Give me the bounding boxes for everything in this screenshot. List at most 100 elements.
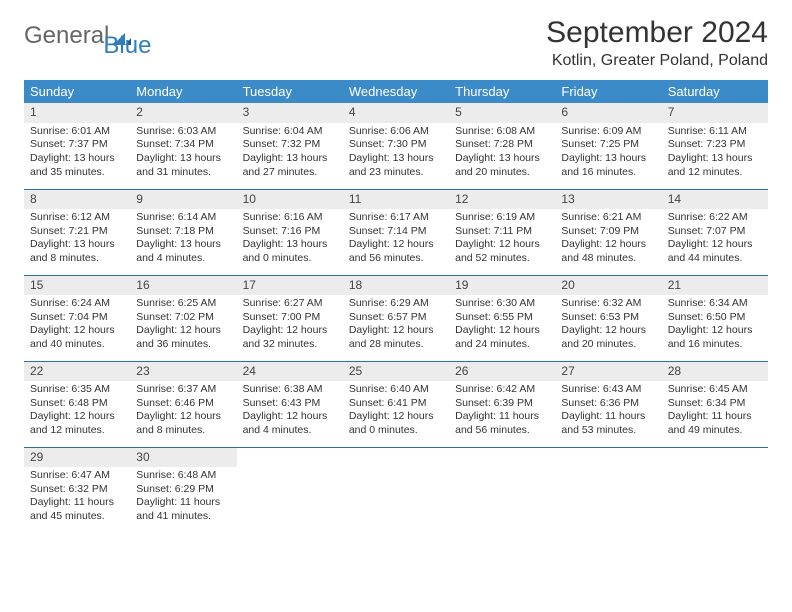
calendar-day-cell: 3Sunrise: 6:04 AMSunset: 7:32 PMDaylight… [237,103,343,189]
weekday-header: Friday [555,80,661,103]
day-details: Sunrise: 6:17 AMSunset: 7:14 PMDaylight:… [343,209,449,270]
day-details: Sunrise: 6:38 AMSunset: 6:43 PMDaylight:… [237,381,343,442]
weekday-header: Thursday [449,80,555,103]
day-details: Sunrise: 6:42 AMSunset: 6:39 PMDaylight:… [449,381,555,442]
day-number: 15 [24,276,130,296]
calendar-day-cell: 13Sunrise: 6:21 AMSunset: 7:09 PMDayligh… [555,189,661,275]
day-number: 30 [130,448,236,468]
calendar-day-cell: 24Sunrise: 6:38 AMSunset: 6:43 PMDayligh… [237,361,343,447]
day-details: Sunrise: 6:01 AMSunset: 7:37 PMDaylight:… [24,123,130,184]
day-number: 27 [555,362,661,382]
day-number: 25 [343,362,449,382]
weekday-header: Monday [130,80,236,103]
day-details: Sunrise: 6:22 AMSunset: 7:07 PMDaylight:… [662,209,768,270]
calendar-day-cell: 29Sunrise: 6:47 AMSunset: 6:32 PMDayligh… [24,447,130,533]
day-number: 12 [449,190,555,210]
calendar-day-cell: 21Sunrise: 6:34 AMSunset: 6:50 PMDayligh… [662,275,768,361]
day-details: Sunrise: 6:29 AMSunset: 6:57 PMDaylight:… [343,295,449,356]
calendar-day-cell: 17Sunrise: 6:27 AMSunset: 7:00 PMDayligh… [237,275,343,361]
day-number: 13 [555,190,661,210]
logo-text-general: General [24,22,109,50]
day-details: Sunrise: 6:25 AMSunset: 7:02 PMDaylight:… [130,295,236,356]
calendar-week-row: 8Sunrise: 6:12 AMSunset: 7:21 PMDaylight… [24,189,768,275]
day-number: 5 [449,103,555,123]
calendar-day-cell: 26Sunrise: 6:42 AMSunset: 6:39 PMDayligh… [449,361,555,447]
day-number: 20 [555,276,661,296]
day-details: Sunrise: 6:24 AMSunset: 7:04 PMDaylight:… [24,295,130,356]
day-details: Sunrise: 6:48 AMSunset: 6:29 PMDaylight:… [130,467,236,528]
calendar-day-cell: 1Sunrise: 6:01 AMSunset: 7:37 PMDaylight… [24,103,130,189]
day-number: 26 [449,362,555,382]
day-number: 28 [662,362,768,382]
day-number: 9 [130,190,236,210]
day-number: 29 [24,448,130,468]
calendar-day-cell: 6Sunrise: 6:09 AMSunset: 7:25 PMDaylight… [555,103,661,189]
day-number: 16 [130,276,236,296]
calendar-day-cell: 9Sunrise: 6:14 AMSunset: 7:18 PMDaylight… [130,189,236,275]
calendar-week-row: 15Sunrise: 6:24 AMSunset: 7:04 PMDayligh… [24,275,768,361]
calendar-day-cell: 11Sunrise: 6:17 AMSunset: 7:14 PMDayligh… [343,189,449,275]
weekday-header-row: Sunday Monday Tuesday Wednesday Thursday… [24,80,768,103]
day-details: Sunrise: 6:40 AMSunset: 6:41 PMDaylight:… [343,381,449,442]
day-details: Sunrise: 6:43 AMSunset: 6:36 PMDaylight:… [555,381,661,442]
calendar-day-cell: 30Sunrise: 6:48 AMSunset: 6:29 PMDayligh… [130,447,236,533]
location-text: Kotlin, Greater Poland, Poland [546,52,768,70]
weekday-header: Sunday [24,80,130,103]
calendar-empty-cell [343,447,449,533]
calendar-day-cell: 27Sunrise: 6:43 AMSunset: 6:36 PMDayligh… [555,361,661,447]
calendar-day-cell: 7Sunrise: 6:11 AMSunset: 7:23 PMDaylight… [662,103,768,189]
day-number: 17 [237,276,343,296]
calendar-day-cell: 15Sunrise: 6:24 AMSunset: 7:04 PMDayligh… [24,275,130,361]
calendar-day-cell: 23Sunrise: 6:37 AMSunset: 6:46 PMDayligh… [130,361,236,447]
calendar-table: Sunday Monday Tuesday Wednesday Thursday… [24,80,768,533]
day-details: Sunrise: 6:03 AMSunset: 7:34 PMDaylight:… [130,123,236,184]
day-details: Sunrise: 6:12 AMSunset: 7:21 PMDaylight:… [24,209,130,270]
logo-text-blue: Blue [103,32,151,60]
day-number: 11 [343,190,449,210]
day-number: 14 [662,190,768,210]
day-number: 1 [24,103,130,123]
day-number: 2 [130,103,236,123]
calendar-day-cell: 25Sunrise: 6:40 AMSunset: 6:41 PMDayligh… [343,361,449,447]
calendar-day-cell: 14Sunrise: 6:22 AMSunset: 7:07 PMDayligh… [662,189,768,275]
day-number: 24 [237,362,343,382]
day-number: 4 [343,103,449,123]
calendar-day-cell: 4Sunrise: 6:06 AMSunset: 7:30 PMDaylight… [343,103,449,189]
day-details: Sunrise: 6:32 AMSunset: 6:53 PMDaylight:… [555,295,661,356]
calendar-day-cell: 8Sunrise: 6:12 AMSunset: 7:21 PMDaylight… [24,189,130,275]
day-details: Sunrise: 6:34 AMSunset: 6:50 PMDaylight:… [662,295,768,356]
day-details: Sunrise: 6:27 AMSunset: 7:00 PMDaylight:… [237,295,343,356]
day-number: 21 [662,276,768,296]
calendar-day-cell: 20Sunrise: 6:32 AMSunset: 6:53 PMDayligh… [555,275,661,361]
day-details: Sunrise: 6:09 AMSunset: 7:25 PMDaylight:… [555,123,661,184]
day-details: Sunrise: 6:35 AMSunset: 6:48 PMDaylight:… [24,381,130,442]
day-number: 10 [237,190,343,210]
calendar-day-cell: 19Sunrise: 6:30 AMSunset: 6:55 PMDayligh… [449,275,555,361]
weekday-header: Saturday [662,80,768,103]
day-number: 18 [343,276,449,296]
calendar-day-cell: 22Sunrise: 6:35 AMSunset: 6:48 PMDayligh… [24,361,130,447]
weekday-header: Wednesday [343,80,449,103]
weekday-header: Tuesday [237,80,343,103]
page-title: September 2024 [546,16,768,50]
calendar-empty-cell [555,447,661,533]
day-number: 3 [237,103,343,123]
day-number: 7 [662,103,768,123]
day-details: Sunrise: 6:14 AMSunset: 7:18 PMDaylight:… [130,209,236,270]
day-details: Sunrise: 6:47 AMSunset: 6:32 PMDaylight:… [24,467,130,528]
calendar-day-cell: 5Sunrise: 6:08 AMSunset: 7:28 PMDaylight… [449,103,555,189]
calendar-day-cell: 28Sunrise: 6:45 AMSunset: 6:34 PMDayligh… [662,361,768,447]
calendar-day-cell: 18Sunrise: 6:29 AMSunset: 6:57 PMDayligh… [343,275,449,361]
day-details: Sunrise: 6:30 AMSunset: 6:55 PMDaylight:… [449,295,555,356]
calendar-day-cell: 10Sunrise: 6:16 AMSunset: 7:16 PMDayligh… [237,189,343,275]
calendar-empty-cell [449,447,555,533]
calendar-day-cell: 12Sunrise: 6:19 AMSunset: 7:11 PMDayligh… [449,189,555,275]
day-number: 8 [24,190,130,210]
day-details: Sunrise: 6:04 AMSunset: 7:32 PMDaylight:… [237,123,343,184]
day-details: Sunrise: 6:16 AMSunset: 7:16 PMDaylight:… [237,209,343,270]
day-details: Sunrise: 6:08 AMSunset: 7:28 PMDaylight:… [449,123,555,184]
day-number: 22 [24,362,130,382]
calendar-week-row: 29Sunrise: 6:47 AMSunset: 6:32 PMDayligh… [24,447,768,533]
day-number: 23 [130,362,236,382]
calendar-day-cell: 2Sunrise: 6:03 AMSunset: 7:34 PMDaylight… [130,103,236,189]
